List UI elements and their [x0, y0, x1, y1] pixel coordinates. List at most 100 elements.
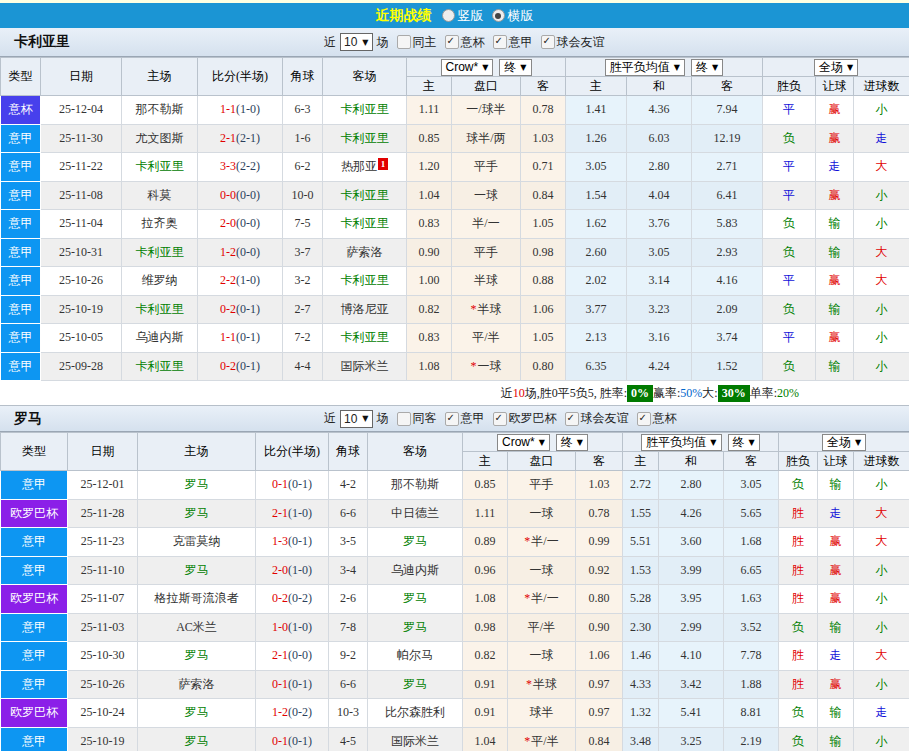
home-team[interactable]: 拉齐奥: [122, 210, 198, 239]
halftime-score: (0-2): [288, 705, 312, 719]
home-odds: 0.91: [463, 699, 508, 728]
bookmaker-select[interactable]: Crow*▼: [441, 59, 494, 76]
league-filter-checkbox[interactable]: [541, 35, 555, 49]
home-team[interactable]: 卡利亚里: [122, 295, 198, 324]
away-team[interactable]: 罗马: [368, 613, 463, 642]
home-team[interactable]: 卡利亚里: [122, 238, 198, 267]
match-date: 25-10-19: [68, 727, 138, 751]
match-date: 25-10-26: [41, 267, 122, 296]
home-team[interactable]: 卡利亚里: [122, 153, 198, 182]
avg-select[interactable]: 胜平负均值▼: [641, 434, 721, 451]
avg-home-odds: 5.51: [623, 528, 659, 557]
away-team[interactable]: 罗马: [368, 670, 463, 699]
away-team[interactable]: 国际米兰: [323, 352, 407, 381]
away-team[interactable]: 卡利亚里: [323, 210, 407, 239]
corners: 7-5: [283, 210, 323, 239]
avg-draw-odds: 3.05: [627, 238, 692, 267]
away-team[interactable]: 中日德兰: [368, 499, 463, 528]
avg-away-odds: 3.52: [724, 613, 779, 642]
fulltime-score: 1-2: [220, 245, 236, 259]
score: 1-2(0-0): [198, 238, 283, 267]
odds-time-select[interactable]: 终▼: [556, 434, 588, 451]
home-odds: 0.89: [463, 528, 508, 557]
avg-home-odds: 2.02: [566, 267, 627, 296]
league-filter-checkbox[interactable]: [445, 412, 459, 426]
home-team[interactable]: 罗马: [138, 499, 256, 528]
away-team[interactable]: 帕尔马: [368, 642, 463, 671]
away-team[interactable]: 比尔森胜利: [368, 699, 463, 728]
home-odds: 1.11: [463, 499, 508, 528]
home-team[interactable]: 那不勒斯: [122, 96, 198, 125]
home-team[interactable]: 尤文图斯: [122, 124, 198, 153]
avg-time-select[interactable]: 终▼: [728, 434, 760, 451]
away-team-name: 热那亚: [341, 159, 377, 173]
home-team[interactable]: 罗马: [138, 699, 256, 728]
fullmatch-select[interactable]: 全场▼: [814, 59, 858, 76]
home-team[interactable]: 罗马: [138, 556, 256, 585]
summary-part: 20%: [777, 386, 799, 401]
away-team[interactable]: 那不勒斯: [368, 471, 463, 500]
col-date: 日期: [68, 433, 138, 471]
avg-draw-odds: 3.16: [627, 324, 692, 353]
avg-group-header: 胜平负均值▼ 终▼: [623, 433, 779, 452]
away-team[interactable]: 博洛尼亚: [323, 295, 407, 324]
league-filter-checkbox[interactable]: [637, 412, 651, 426]
bookmaker-select[interactable]: Crow*▼: [497, 434, 550, 451]
match-row: 意甲25-11-08科莫0-0(0-0)10-0卡利亚里1.04一球0.841.…: [1, 181, 909, 210]
away-team-name: 国际米兰: [391, 734, 439, 748]
league-badge: 意甲: [1, 238, 41, 267]
result: 负: [763, 124, 816, 153]
vertical-radio[interactable]: [442, 9, 455, 22]
away-team[interactable]: 卡利亚里: [323, 181, 407, 210]
away-team[interactable]: 卡利亚里: [323, 96, 407, 125]
avg-away-odds: 2.71: [692, 153, 763, 182]
home-team[interactable]: 克雷莫纳: [138, 528, 256, 557]
home-team[interactable]: 科莫: [122, 181, 198, 210]
matches-label: 场: [377, 410, 389, 427]
away-team[interactable]: 乌迪内斯: [368, 556, 463, 585]
home-team[interactable]: 格拉斯哥流浪者: [138, 585, 256, 614]
league-filter-checkbox[interactable]: [565, 412, 579, 426]
home-odds: 0.85: [407, 124, 452, 153]
home-team[interactable]: 罗马: [138, 642, 256, 671]
home-team[interactable]: 乌迪内斯: [122, 324, 198, 353]
away-team[interactable]: 罗马: [368, 528, 463, 557]
home-team[interactable]: 萨索洛: [138, 670, 256, 699]
home-team[interactable]: 罗马: [138, 727, 256, 751]
handicap: 一球: [508, 499, 576, 528]
avg-time-select[interactable]: 终▼: [691, 59, 723, 76]
result: 负: [779, 727, 818, 751]
col-avg-away: 客: [724, 452, 779, 471]
away-team[interactable]: 国际米兰: [368, 727, 463, 751]
away-team[interactable]: 热那亚1: [323, 153, 407, 182]
league-badge: 意甲: [1, 324, 41, 353]
home-team[interactable]: AC米兰: [138, 613, 256, 642]
handicap: 平手: [452, 153, 521, 182]
away-odds: 1.03: [576, 471, 623, 500]
league-badge: 意甲: [1, 295, 41, 324]
away-team[interactable]: 萨索洛: [323, 238, 407, 267]
horizontal-radio[interactable]: [492, 9, 505, 22]
same-venue-checkbox[interactable]: [397, 35, 411, 49]
avg-select[interactable]: 胜平负均值▼: [605, 59, 685, 76]
away-team[interactable]: 卡利亚里: [323, 124, 407, 153]
fulltime-score: 2-1: [220, 131, 236, 145]
home-team[interactable]: 罗马: [138, 471, 256, 500]
league-filter-checkbox[interactable]: [445, 35, 459, 49]
col-handicap: 盘口: [508, 452, 576, 471]
fulltime-score: 2-2: [220, 273, 236, 287]
avg-home-odds: 4.33: [623, 670, 659, 699]
home-team[interactable]: 维罗纳: [122, 267, 198, 296]
vertical-radio-label: 竖版: [458, 7, 484, 25]
same-venue-checkbox[interactable]: [397, 412, 411, 426]
match-count-select[interactable]: 10▼: [340, 33, 373, 51]
home-team[interactable]: 卡利亚里: [122, 352, 198, 381]
away-team[interactable]: 罗马: [368, 585, 463, 614]
match-count-select[interactable]: 10▼: [340, 410, 373, 428]
league-filter-checkbox[interactable]: [493, 35, 507, 49]
away-team[interactable]: 卡利亚里: [323, 324, 407, 353]
league-filter-checkbox[interactable]: [493, 412, 507, 426]
fullmatch-select[interactable]: 全场▼: [822, 434, 866, 451]
away-team[interactable]: 卡利亚里: [323, 267, 407, 296]
odds-time-select[interactable]: 终▼: [499, 59, 531, 76]
